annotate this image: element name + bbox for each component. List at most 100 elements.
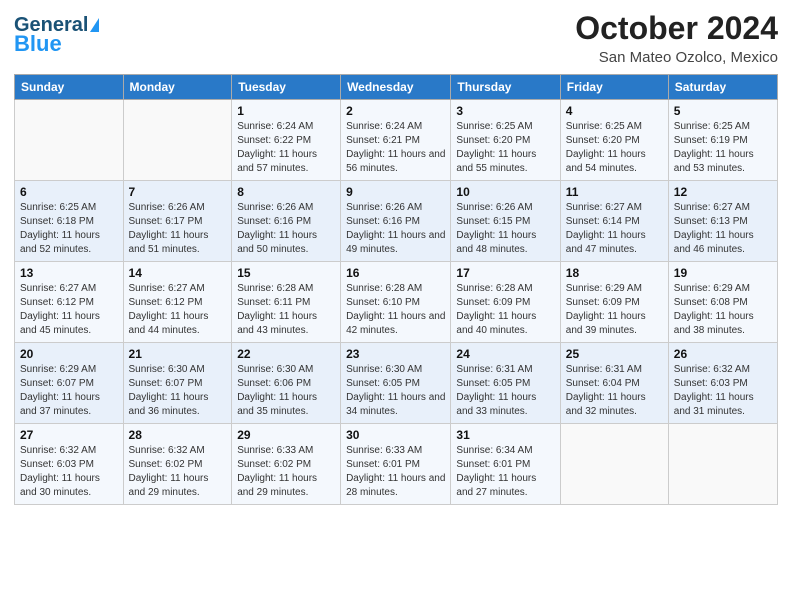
day-info: Sunrise: 6:27 AMSunset: 6:14 PMDaylight:… [566,201,663,257]
day-number: 11 [566,185,663,199]
day-info: Sunrise: 6:32 AMSunset: 6:03 PMDaylight:… [20,444,118,500]
table-row: 18 Sunrise: 6:29 AMSunset: 6:09 PMDayligh… [560,262,668,343]
table-row: 19 Sunrise: 6:29 AMSunset: 6:08 PMDayligh… [668,262,777,343]
logo-triangle-icon [90,18,99,32]
calendar-week-row: 6 Sunrise: 6:25 AMSunset: 6:18 PMDaylight… [15,181,778,262]
day-info: Sunrise: 6:32 AMSunset: 6:02 PMDaylight:… [129,444,227,500]
header-thursday: Thursday [451,75,560,100]
header-wednesday: Wednesday [341,75,451,100]
table-row: 5 Sunrise: 6:25 AMSunset: 6:19 PMDaylight… [668,100,777,181]
calendar-week-row: 20Sunrise: 6:29 AMSunset: 6:07 PMDayligh… [15,343,778,424]
day-info: Sunrise: 6:25 AMSunset: 6:18 PMDaylight:… [20,201,118,257]
day-info: Sunrise: 6:27 AMSunset: 6:12 PMDaylight:… [129,282,227,338]
day-info: Sunrise: 6:28 AMSunset: 6:10 PMDaylight:… [346,282,445,338]
day-number: 3 [456,104,554,118]
table-row: 25 Sunrise: 6:31 AMSunset: 6:04 PMDayligh… [560,343,668,424]
table-row: 3 Sunrise: 6:25 AMSunset: 6:20 PMDaylight… [451,100,560,181]
header-monday: Monday [123,75,232,100]
day-info: Sunrise: 6:30 AMSunset: 6:05 PMDaylight:… [346,363,445,419]
day-number: 19 [674,266,772,280]
day-number: 16 [346,266,445,280]
day-number: 17 [456,266,554,280]
day-number: 4 [566,104,663,118]
header-saturday: Saturday [668,75,777,100]
header-sunday: Sunday [15,75,124,100]
day-info: Sunrise: 6:28 AMSunset: 6:11 PMDaylight:… [237,282,335,338]
table-row [668,424,777,505]
calendar-page: General Blue October 2024 San Mateo Ozol… [0,0,792,612]
table-row: 11 Sunrise: 6:27 AMSunset: 6:14 PMDayligh… [560,181,668,262]
table-row: 23 Sunrise: 6:30 AMSunset: 6:05 PMDayligh… [341,343,451,424]
table-row: 27Sunrise: 6:32 AMSunset: 6:03 PMDayligh… [15,424,124,505]
calendar-header-row: Sunday Monday Tuesday Wednesday Thursday… [15,75,778,100]
page-title: October 2024 [575,10,778,47]
day-number: 24 [456,347,554,361]
day-info: Sunrise: 6:27 AMSunset: 6:13 PMDaylight:… [674,201,772,257]
day-number: 26 [674,347,772,361]
day-number: 9 [346,185,445,199]
table-row [123,100,232,181]
day-info: Sunrise: 6:25 AMSunset: 6:19 PMDaylight:… [674,120,772,176]
page-header: General Blue October 2024 San Mateo Ozol… [14,10,778,66]
day-info: Sunrise: 6:29 AMSunset: 6:07 PMDaylight:… [20,363,118,419]
day-info: Sunrise: 6:26 AMSunset: 6:16 PMDaylight:… [346,201,445,257]
day-number: 18 [566,266,663,280]
day-info: Sunrise: 6:26 AMSunset: 6:15 PMDaylight:… [456,201,554,257]
day-info: Sunrise: 6:28 AMSunset: 6:09 PMDaylight:… [456,282,554,338]
day-number: 31 [456,428,554,442]
day-info: Sunrise: 6:24 AMSunset: 6:22 PMDaylight:… [237,120,335,176]
header-tuesday: Tuesday [232,75,341,100]
table-row: 4Sunrise: 6:25 AMSunset: 6:20 PMDaylight… [560,100,668,181]
day-number: 29 [237,428,335,442]
logo: General Blue [14,10,99,56]
day-number: 10 [456,185,554,199]
day-number: 15 [237,266,335,280]
table-row: 26 Sunrise: 6:32 AMSunset: 6:03 PMDayligh… [668,343,777,424]
day-number: 30 [346,428,445,442]
table-row [560,424,668,505]
header-friday: Friday [560,75,668,100]
day-number: 28 [129,428,227,442]
day-info: Sunrise: 6:31 AMSunset: 6:04 PMDaylight:… [566,363,663,419]
day-info: Sunrise: 6:34 AMSunset: 6:01 PMDaylight:… [456,444,554,500]
page-subtitle: San Mateo Ozolco, Mexico [575,49,778,66]
day-number: 8 [237,185,335,199]
day-info: Sunrise: 6:33 AMSunset: 6:02 PMDaylight:… [237,444,335,500]
table-row: 8 Sunrise: 6:26 AMSunset: 6:16 PMDaylight… [232,181,341,262]
table-row: 31 Sunrise: 6:34 AMSunset: 6:01 PMDayligh… [451,424,560,505]
table-row: 6 Sunrise: 6:25 AMSunset: 6:18 PMDaylight… [15,181,124,262]
day-info: Sunrise: 6:32 AMSunset: 6:03 PMDaylight:… [674,363,772,419]
table-row: 9 Sunrise: 6:26 AMSunset: 6:16 PMDaylight… [341,181,451,262]
table-row: 29 Sunrise: 6:33 AMSunset: 6:02 PMDayligh… [232,424,341,505]
table-row: 24Sunrise: 6:31 AMSunset: 6:05 PMDayligh… [451,343,560,424]
day-number: 6 [20,185,118,199]
table-row: 20Sunrise: 6:29 AMSunset: 6:07 PMDayligh… [15,343,124,424]
day-number: 7 [129,185,227,199]
calendar-week-row: 27Sunrise: 6:32 AMSunset: 6:03 PMDayligh… [15,424,778,505]
table-row: 14 Sunrise: 6:27 AMSunset: 6:12 PMDayligh… [123,262,232,343]
day-info: Sunrise: 6:24 AMSunset: 6:21 PMDaylight:… [346,120,445,176]
table-row: 22Sunrise: 6:30 AMSunset: 6:06 PMDayligh… [232,343,341,424]
day-info: Sunrise: 6:27 AMSunset: 6:12 PMDaylight:… [20,282,118,338]
day-number: 5 [674,104,772,118]
day-number: 13 [20,266,118,280]
calendar-week-row: 13 Sunrise: 6:27 AMSunset: 6:12 PMDayligh… [15,262,778,343]
day-info: Sunrise: 6:30 AMSunset: 6:07 PMDaylight:… [129,363,227,419]
table-row: 1 Sunrise: 6:24 AMSunset: 6:22 PMDaylight… [232,100,341,181]
day-info: Sunrise: 6:25 AMSunset: 6:20 PMDaylight:… [456,120,554,176]
day-info: Sunrise: 6:29 AMSunset: 6:08 PMDaylight:… [674,282,772,338]
day-number: 14 [129,266,227,280]
logo-text-blue: Blue [14,32,62,56]
day-number: 1 [237,104,335,118]
calendar-week-row: 1 Sunrise: 6:24 AMSunset: 6:22 PMDaylight… [15,100,778,181]
table-row: 15 Sunrise: 6:28 AMSunset: 6:11 PMDayligh… [232,262,341,343]
day-info: Sunrise: 6:26 AMSunset: 6:16 PMDaylight:… [237,201,335,257]
table-row [15,100,124,181]
table-row: 13 Sunrise: 6:27 AMSunset: 6:12 PMDayligh… [15,262,124,343]
table-row: 21Sunrise: 6:30 AMSunset: 6:07 PMDayligh… [123,343,232,424]
day-info: Sunrise: 6:29 AMSunset: 6:09 PMDaylight:… [566,282,663,338]
day-number: 2 [346,104,445,118]
day-number: 23 [346,347,445,361]
table-row: 16 Sunrise: 6:28 AMSunset: 6:10 PMDayligh… [341,262,451,343]
day-number: 25 [566,347,663,361]
